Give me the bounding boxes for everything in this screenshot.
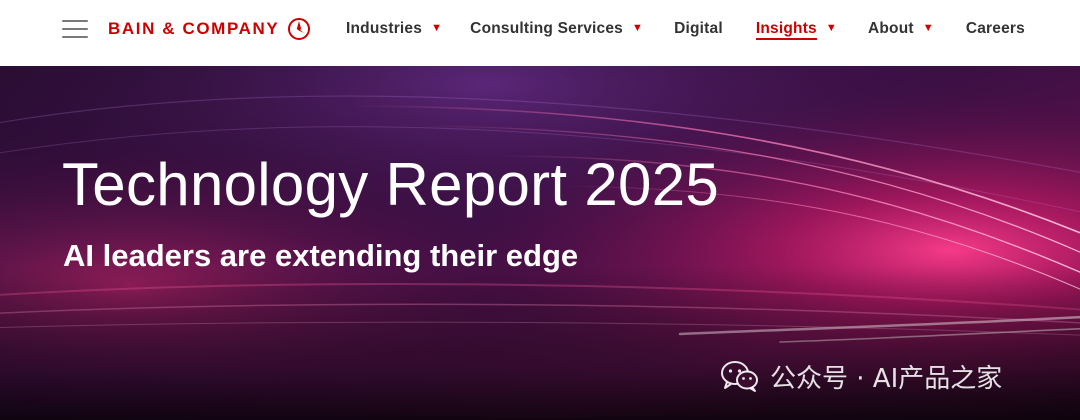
nav-item-label: About [867, 20, 914, 37]
nav-item-careers[interactable]: Careers [966, 0, 1025, 58]
nav-item-label: Consulting Services [470, 20, 623, 37]
dropdown-caret-icon: ▼ [922, 22, 934, 34]
nav-item-label: Digital [674, 20, 723, 37]
watermark-text: 公众号 · AI产品之家 [770, 363, 1003, 394]
dropdown-caret-icon: ▼ [431, 22, 443, 34]
nav-item-industries[interactable]: Industries ▼ [346, 0, 442, 58]
dropdown-caret-icon: ▼ [632, 22, 644, 34]
nav-item-consulting-services[interactable]: Consulting Services ▼ [470, 0, 643, 58]
hamburger-menu-icon[interactable] [62, 20, 88, 38]
watermark: 公众号 · AI产品之家 [720, 356, 1002, 396]
nav-item-insights[interactable]: Insights ▼ [755, 0, 837, 58]
wechat-icon [721, 361, 758, 392]
page-subtitle: AI leaders are extending their edge [63, 238, 579, 273]
nav-item-label: Insights [755, 20, 817, 37]
nav-item-label: Industries [346, 20, 423, 37]
top-navigation-bar: BAIN & COMPANY Industries ▼ Consulting S… [0, 0, 1080, 66]
brand-name: BAIN & COMPANY [108, 19, 280, 38]
page-title: Technology Report 2025 [62, 151, 720, 218]
nav-item-about[interactable]: About ▼ [868, 0, 934, 58]
dropdown-caret-icon: ▼ [825, 22, 837, 34]
nav-item-digital[interactable]: Digital [674, 0, 723, 58]
main-nav: Industries ▼ Consulting Services ▼ Digit… [346, 0, 1025, 58]
bain-logo-mark-icon [288, 18, 311, 40]
hero-banner: Technology Report 2025 AI leaders are ex… [0, 66, 1080, 420]
brand-logo[interactable]: BAIN & COMPANY [108, 16, 311, 42]
nav-item-label: Careers [965, 20, 1025, 37]
